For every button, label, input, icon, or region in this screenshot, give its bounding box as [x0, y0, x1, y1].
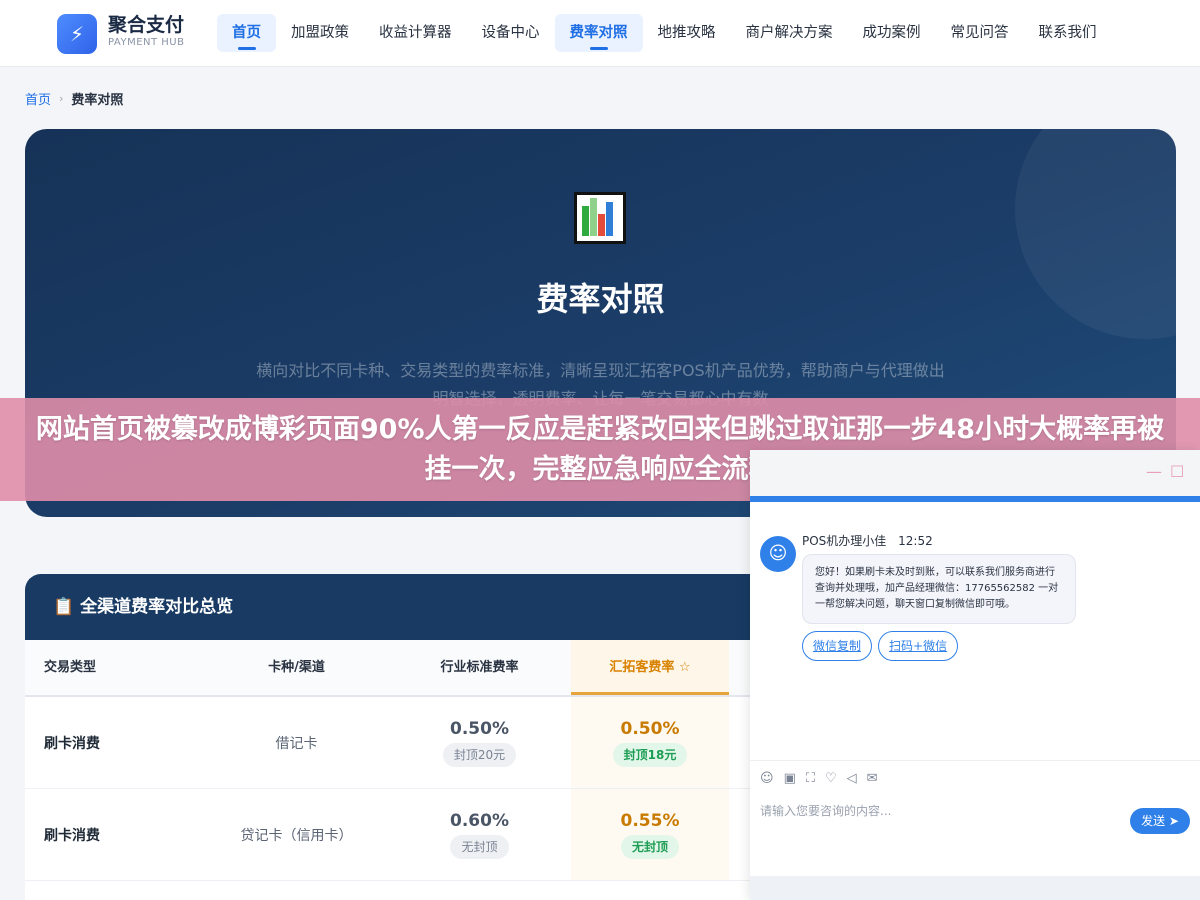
breadcrumb: 首页 › 费率对照: [25, 89, 123, 108]
table-row: 刷卡消费 借记卡 0.50% 封顶20元 0.50% 封顶18元: [25, 697, 765, 789]
message-meta: POS机办理小佳 12:52: [802, 532, 933, 549]
image-icon[interactable]: ▣: [784, 771, 796, 786]
copy-wechat-button[interactable]: 微信复制: [802, 631, 873, 661]
rate-icon[interactable]: ♡: [825, 771, 837, 786]
main-nav: 首页 加盟政策 收益计算器 设备中心 费率对照 地推攻略 商户解决方案 成功案例…: [217, 14, 1112, 52]
cell-standard-rate: 0.50% 封顶20元: [388, 697, 571, 788]
screenshot-icon[interactable]: ⛶: [806, 771, 815, 786]
breadcrumb-home[interactable]: 首页: [25, 89, 51, 108]
clipboard-icon: 📋: [53, 597, 75, 617]
standard-rate-value: 0.50%: [450, 718, 509, 739]
chat-widget: — ☐ ☺ POS机办理小佳 12:52 您好！如果刷卡未及时到账，可以联系我们…: [750, 450, 1200, 900]
chat-toolbar: ☺ ▣ ⛶ ♡ ◁ ✉: [750, 760, 1200, 796]
cell-card: 贷记卡（信用卡）: [240, 827, 353, 844]
site-header: ⚡ 聚合支付 PAYMENT HUB 首页 加盟政策 收益计算器 设备中心 费率…: [0, 0, 1200, 67]
cell-card: 借记卡: [275, 735, 318, 752]
nav-item-rates[interactable]: 费率对照: [554, 14, 643, 52]
brand-subtitle: PAYMENT HUB: [108, 37, 185, 48]
message-icon[interactable]: ✉: [867, 771, 878, 786]
column-header-type: 交易类型: [44, 660, 97, 675]
cell-huituoke-rate: 0.50% 封顶18元: [571, 697, 729, 788]
nav-item-contact[interactable]: 联系我们: [1024, 14, 1112, 52]
nav-item-guide[interactable]: 地推攻略: [643, 14, 731, 52]
message-actions: 微信复制 扫码+微信: [802, 631, 959, 661]
cell-type: 刷卡消费: [44, 827, 100, 844]
sender-name: POS机办理小佳: [802, 534, 887, 548]
sound-icon[interactable]: ◁: [847, 771, 857, 786]
brand[interactable]: 聚合支付 PAYMENT HUB: [108, 14, 184, 50]
brand-name: 聚合支付: [108, 14, 185, 36]
logo-icon[interactable]: ⚡: [57, 14, 97, 54]
cell-type: 刷卡消费: [44, 735, 100, 752]
standard-rate-note: 无封顶: [450, 834, 509, 859]
nav-item-devices[interactable]: 设备中心: [467, 14, 555, 52]
bar-chart-icon: [574, 192, 626, 244]
nav-item-cases[interactable]: 成功案例: [848, 14, 936, 52]
huituoke-rate-note: 无封顶: [620, 834, 679, 859]
chat-footer: [750, 876, 1200, 900]
nav-item-calculator[interactable]: 收益计算器: [364, 14, 467, 52]
breadcrumb-separator: ›: [59, 92, 64, 105]
nav-item-franchise[interactable]: 加盟政策: [276, 14, 364, 52]
agent-avatar-icon: ☺: [760, 536, 796, 572]
emoji-icon[interactable]: ☺: [760, 771, 774, 786]
huituoke-rate-value: 0.55%: [620, 810, 680, 831]
message-bubble: 您好！如果刷卡未及时到账，可以联系我们服务商进行查询并处理哦，加产品经理微信：1…: [802, 554, 1076, 624]
column-header-card: 卡种/渠道: [268, 660, 325, 675]
column-header-standard-rate: 行业标准费率: [440, 660, 519, 675]
chat-header: — ☐: [750, 450, 1200, 502]
huituoke-rate-note: 封顶18元: [612, 742, 688, 767]
table-row: 刷卡消费 贷记卡（信用卡） 0.60% 无封顶 0.55% 无封顶: [25, 789, 765, 881]
standard-rate-value: 0.60%: [450, 810, 509, 831]
nav-item-faq[interactable]: 常见问答: [936, 14, 1024, 52]
table-title: 📋 全渠道费率对比总览: [25, 574, 765, 640]
column-header-huituoke-rate: 汇拓客费率 ☆: [571, 640, 729, 695]
cell-standard-rate: 0.60% 无封顶: [388, 789, 571, 880]
page-title: 费率对照: [536, 280, 665, 318]
message-time: 12:52: [898, 534, 933, 548]
huituoke-rate-value: 0.50%: [620, 718, 680, 739]
maximize-icon[interactable]: ☐: [1170, 462, 1184, 481]
send-button[interactable]: 发送 ➤: [1130, 808, 1190, 834]
breadcrumb-current: 费率对照: [71, 93, 124, 108]
cell-huituoke-rate: 0.55% 无封顶: [571, 789, 729, 880]
table-header: 交易类型 卡种/渠道 行业标准费率 汇拓客费率 ☆: [25, 640, 765, 697]
nav-item-solutions[interactable]: 商户解决方案: [731, 14, 848, 52]
nav-item-home[interactable]: 首页: [217, 14, 276, 52]
minimize-icon[interactable]: —: [1146, 462, 1162, 481]
rate-table-card: 📋 全渠道费率对比总览 交易类型 卡种/渠道 行业标准费率 汇拓客费率 ☆ 刷卡…: [25, 574, 765, 900]
chat-input[interactable]: [760, 800, 1120, 822]
standard-rate-note: 封顶20元: [442, 742, 517, 767]
scan-wechat-button[interactable]: 扫码+微信: [878, 631, 959, 661]
table-title-text: 全渠道费率对比总览: [80, 597, 234, 617]
